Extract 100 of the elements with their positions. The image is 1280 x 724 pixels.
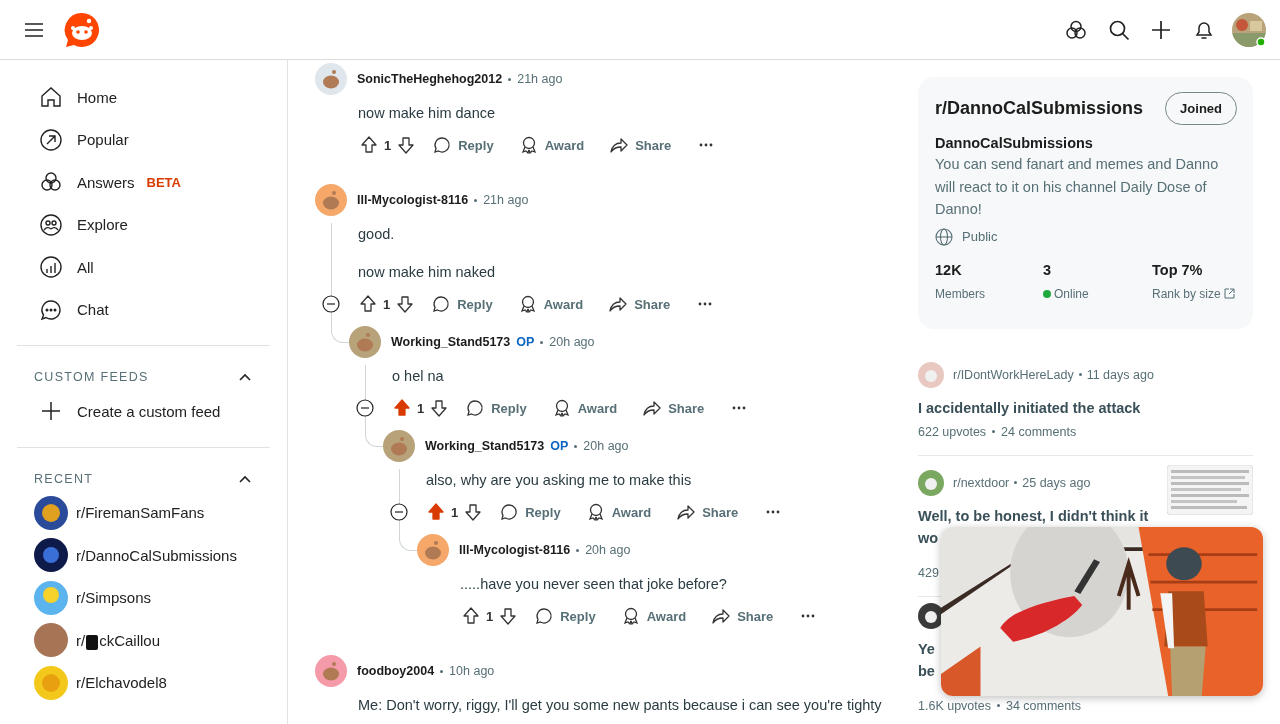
user-avatar[interactable] bbox=[315, 655, 347, 687]
post-title[interactable]: be bbox=[918, 659, 935, 682]
stat-value: 3 bbox=[1043, 261, 1053, 278]
stat-label: Online bbox=[1054, 286, 1089, 301]
reply-button[interactable]: Reply bbox=[525, 600, 606, 632]
nav-item[interactable]: Home bbox=[17, 76, 270, 119]
comment-time: 21h ago bbox=[483, 193, 529, 207]
comment-count: 34 comments bbox=[1005, 698, 1081, 713]
share-button[interactable]: Share bbox=[702, 600, 784, 632]
community-name[interactable]: r/IDontWorkHereLady bbox=[953, 367, 1074, 382]
community-name: ckCaillou bbox=[99, 631, 161, 649]
reply-button[interactable]: Reply bbox=[490, 496, 571, 528]
post-title[interactable]: wo bbox=[918, 526, 939, 549]
community-name: r/DannoCalSubmissions bbox=[76, 546, 237, 564]
award-button[interactable]: Award bbox=[542, 392, 628, 424]
recent-community[interactable]: r/Elchavodel8 bbox=[17, 661, 270, 704]
comment-text: o hel na bbox=[392, 367, 445, 386]
ribbon-icon bbox=[586, 503, 605, 521]
external-link-icon[interactable] bbox=[1223, 288, 1235, 299]
share-arrow-icon bbox=[712, 607, 731, 625]
upvote-count: 622 upvotes bbox=[918, 424, 987, 439]
community-name: DannoCalSubmissions bbox=[935, 135, 1094, 151]
post-title[interactable]: Ye bbox=[918, 637, 935, 660]
share-button[interactable]: Share bbox=[633, 392, 715, 424]
community-description: You can send fanart and memes and Danno will react to it on his channel Daily Dose of Danno! bbox=[935, 155, 1220, 219]
user-avatar[interactable] bbox=[349, 326, 381, 358]
nav-item[interactable]: Chat bbox=[17, 288, 270, 331]
user-avatar[interactable] bbox=[315, 63, 347, 95]
upvote-count: 1.6K upvotes bbox=[918, 698, 991, 713]
community-title[interactable]: r/DannoCalSubmissions bbox=[935, 98, 1144, 119]
menu-icon bbox=[24, 21, 44, 38]
visibility-label: Public bbox=[962, 229, 998, 244]
speech-bubble-icon bbox=[432, 295, 451, 313]
ribbon-icon bbox=[518, 295, 537, 313]
user-avatar[interactable] bbox=[1232, 12, 1266, 47]
ribbon-icon bbox=[552, 399, 571, 417]
separator-dot bbox=[574, 444, 578, 448]
comment-time: 21h ago bbox=[517, 72, 563, 86]
speech-bubble-icon bbox=[535, 607, 554, 625]
section-title: CUSTOM FEEDS bbox=[34, 370, 149, 384]
speech-bubble-icon bbox=[500, 503, 519, 521]
section-title: RECENT bbox=[34, 471, 94, 486]
alien-logo-icon[interactable] bbox=[64, 11, 100, 48]
globe-icon bbox=[935, 227, 953, 246]
username[interactable]: Ill-Mycologist-8116 bbox=[357, 193, 469, 207]
collapse-button[interactable] bbox=[390, 503, 408, 521]
collapse-button[interactable] bbox=[322, 295, 340, 313]
beta-label: BETA bbox=[146, 174, 181, 190]
award-button[interactable]: Award bbox=[509, 129, 595, 161]
award-button[interactable]: Award bbox=[508, 288, 594, 320]
reply-button[interactable]: Reply bbox=[422, 288, 503, 320]
post-title[interactable]: Well, to be honest, I didn't think it bbox=[918, 504, 1149, 527]
comment-text: also, why are you asking me to make this bbox=[426, 471, 693, 490]
recent-community[interactable]: r/DannoCalSubmissions bbox=[17, 534, 270, 577]
separator-dot bbox=[992, 430, 996, 433]
recent-community[interactable]: r/FiremanSamFans bbox=[17, 491, 270, 534]
award-button[interactable]: Award bbox=[576, 496, 662, 528]
community-name: r/ bbox=[76, 631, 86, 649]
share-button[interactable]: Share bbox=[667, 496, 749, 528]
separator-dot bbox=[1078, 373, 1082, 376]
username[interactable]: Working_Stand5173 bbox=[425, 439, 545, 453]
user-avatar[interactable] bbox=[315, 184, 347, 216]
share-arrow-icon bbox=[677, 503, 696, 521]
nav-item[interactable]: Explore bbox=[17, 203, 270, 246]
username[interactable]: SonicTheHeghehog2012 bbox=[357, 72, 503, 86]
upvote-count: 429 bbox=[918, 565, 939, 580]
award-button[interactable]: Award bbox=[611, 600, 697, 632]
reply-button[interactable]: Reply bbox=[456, 392, 537, 424]
explore-icon bbox=[39, 212, 63, 237]
op-label: OP bbox=[516, 335, 535, 349]
chat-icon bbox=[39, 297, 63, 322]
username[interactable]: Working_Stand5173 bbox=[391, 335, 511, 349]
username[interactable]: Ill-Mycologist-8116 bbox=[459, 543, 571, 557]
nav-item[interactable]: All bbox=[17, 246, 270, 289]
comment-text: now make him naked bbox=[358, 263, 496, 282]
user-avatar[interactable] bbox=[417, 534, 449, 566]
comment-time: 20h ago bbox=[583, 439, 629, 453]
recent-community[interactable]: r/ ckCaillou bbox=[17, 619, 270, 662]
share-button[interactable]: Share bbox=[600, 129, 682, 161]
reply-button[interactable]: Reply bbox=[423, 129, 504, 161]
community-name[interactable]: r/nextdoor bbox=[953, 475, 1010, 490]
separator-dot bbox=[540, 340, 544, 344]
collapse-button[interactable] bbox=[356, 399, 374, 417]
create-feed-link[interactable]: Create a custom feed bbox=[17, 390, 270, 433]
bar-chart-icon bbox=[39, 255, 63, 280]
ribbon-icon bbox=[621, 607, 640, 625]
username[interactable]: foodboy2004 bbox=[357, 664, 435, 678]
share-button[interactable]: Share bbox=[599, 288, 681, 320]
op-label: OP bbox=[550, 439, 569, 453]
nav-item[interactable]: Answers BETA bbox=[17, 161, 270, 204]
stat-label[interactable]: Rank by size bbox=[1152, 286, 1221, 301]
share-arrow-icon bbox=[610, 136, 629, 154]
nav-item[interactable]: Popular bbox=[17, 118, 270, 161]
post-title[interactable]: I accidentally initiated the attack bbox=[918, 396, 1141, 419]
separator-dot bbox=[576, 548, 580, 552]
recent-community[interactable]: r/Simpsons bbox=[17, 576, 270, 619]
stat-label: Members bbox=[935, 286, 985, 301]
user-avatar[interactable] bbox=[383, 430, 415, 462]
separator-dot bbox=[508, 77, 512, 81]
nav-label: All bbox=[77, 258, 94, 276]
